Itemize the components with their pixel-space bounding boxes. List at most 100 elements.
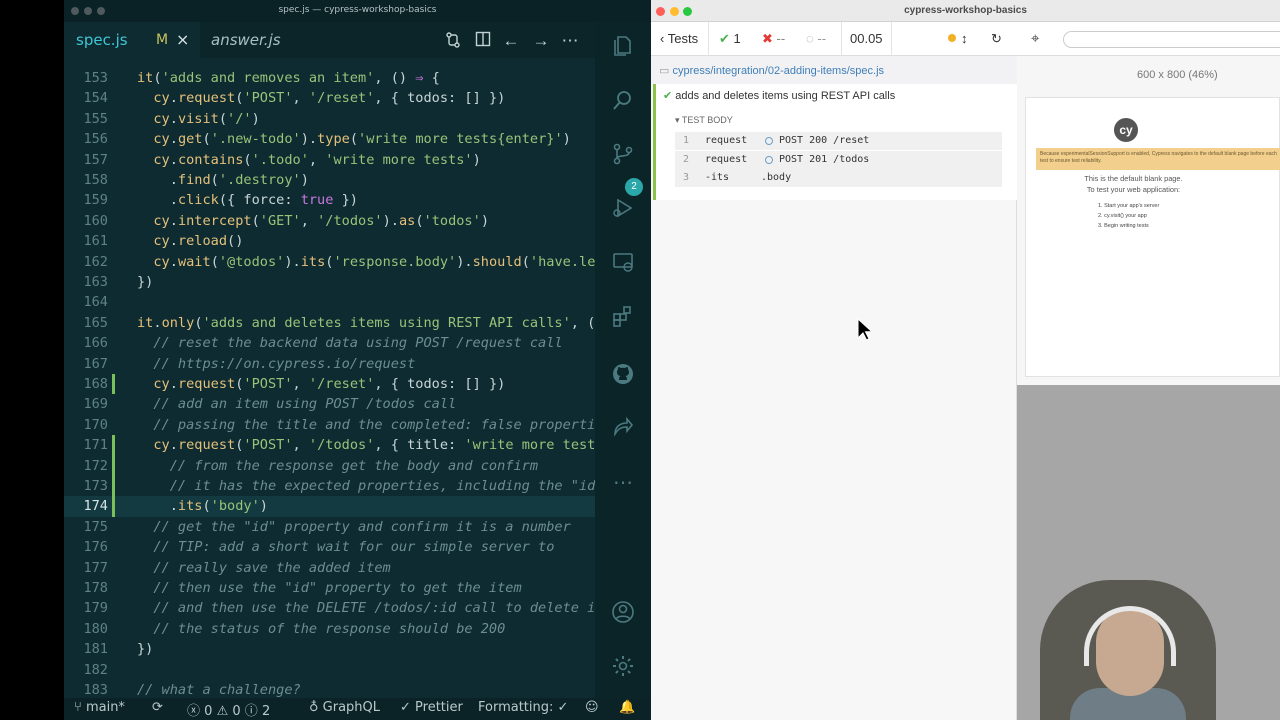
line-number: 182 [83, 661, 108, 678]
accounts-icon[interactable] [610, 600, 636, 626]
search-icon[interactable] [610, 88, 636, 114]
code-line[interactable]: 175 // get the "id" property and confirm… [64, 517, 595, 537]
line-number: 166 [83, 335, 108, 352]
code-token: only [161, 314, 195, 331]
more-actions-icon[interactable]: ⋯ [560, 31, 580, 51]
command-row[interactable]: 3 -its .body [675, 169, 1002, 187]
code-line[interactable]: 167 // https://on.cypress.io/request [64, 354, 595, 374]
code-line[interactable]: 155 cy.visit('/') [64, 109, 595, 129]
tab-answer-js[interactable]: answer.js [200, 22, 330, 58]
code-line[interactable]: 166 // reset the backend data using POST… [64, 333, 595, 353]
code-line[interactable]: 154 cy.request('POST', '/reset', { todos… [64, 88, 595, 108]
code-token: . [169, 212, 178, 229]
line-number: 178 [83, 580, 108, 596]
code-line[interactable]: 162 cy.wait('@todos').its('response.body… [64, 252, 595, 272]
git-change-marker[interactable] [112, 476, 115, 497]
code-token: 'body' [210, 498, 260, 515]
live-share-icon[interactable] [610, 414, 636, 440]
tests-back-button[interactable]: ‹ Tests [660, 31, 698, 46]
command-row[interactable]: 2 request POST 201 /todos [675, 150, 1002, 169]
source-control-icon[interactable] [610, 142, 636, 168]
code-line[interactable]: 180 // the status of the response should… [64, 619, 595, 639]
formatting-status[interactable]: Formatting: ✓ [478, 700, 568, 715]
error-icon: ⓧ [187, 704, 201, 719]
auto-scroll-icon[interactable]: ↕ [961, 31, 968, 46]
git-change-marker[interactable] [112, 374, 115, 395]
git-change-marker[interactable] [112, 435, 115, 456]
code-line[interactable]: 179 // and then use the DELETE /todos/:i… [64, 598, 595, 618]
code-line[interactable]: 178 // then use the "id" property to get… [64, 578, 595, 598]
code-line[interactable]: 163}) [64, 272, 595, 292]
code-line[interactable]: 159 .click({ force: true }) [64, 190, 595, 210]
code-line[interactable]: 161 cy.reload() [64, 231, 595, 251]
more-views-icon[interactable]: ⋯ [610, 470, 636, 496]
git-branch-status[interactable]: ⑂ main* [74, 700, 125, 715]
code-line[interactable]: 173 // it has the expected properties, i… [64, 476, 595, 497]
code-line[interactable]: 168 cy.request('POST', '/reset', { todos… [64, 374, 595, 395]
problems-status[interactable]: ⓧ 0 ⚠ 0 ⓘ 2 [187, 700, 270, 719]
notifications-bell-icon[interactable]: 🔔 [619, 700, 635, 715]
settings-gear-icon[interactable] [610, 654, 636, 680]
sync-icon[interactable]: ⟳ [152, 700, 163, 715]
code-line[interactable]: 160 cy.intercept('GET', '/todos').as('to… [64, 211, 595, 231]
explorer-icon[interactable] [610, 34, 636, 60]
code-token: , [300, 212, 318, 229]
line-number: 180 [83, 620, 108, 637]
tab-spec-js[interactable]: spec.js M × [64, 22, 200, 58]
test-item[interactable]: ✔ adds and deletes items using REST API … [653, 84, 1017, 200]
request-status-icon [765, 137, 773, 145]
test-body-section[interactable]: ▾ TEST BODY [675, 115, 733, 126]
spec-path-label: cypress/integration/02-adding-items/spec… [672, 65, 885, 77]
code-line[interactable]: 176 // TIP: add a short wait for our sim… [64, 537, 595, 557]
code-text: .find('.destroy') [137, 170, 309, 190]
code-line[interactable]: 171 cy.request('POST', '/todos', { title… [64, 435, 595, 456]
close-tab-icon[interactable]: × [176, 30, 189, 49]
cypress-window-title: cypress-workshop-basics [904, 5, 1027, 16]
github-icon[interactable] [610, 362, 636, 388]
run-debug-icon[interactable] [610, 196, 636, 222]
code-line[interactable]: 182 [64, 660, 595, 680]
request-status-icon [765, 155, 773, 164]
code-editor[interactable]: 153 it('adds and removes an item', () ⇒ {… [64, 58, 595, 698]
prettier-status[interactable]: ✓ Prettier [400, 700, 463, 715]
code-line[interactable]: 164 [64, 292, 595, 312]
graphql-status[interactable]: ♁ GraphQL [309, 700, 380, 715]
code-line[interactable]: 172 // from the response get the body an… [64, 455, 595, 476]
url-bar[interactable] [1063, 31, 1280, 48]
selector-playground-icon[interactable]: ⌖ [1031, 30, 1039, 47]
code-line[interactable]: 169 // add an item using POST /todos cal… [64, 394, 595, 414]
failed-count: -- [776, 31, 786, 46]
spec-file-path[interactable]: ▭ cypress/integration/02-adding-items/sp… [651, 56, 1017, 84]
code-line[interactable]: 170 // passing the title and the complet… [64, 415, 595, 435]
feedback-icon[interactable]: ☺ [585, 700, 599, 715]
test-body-label: TEST BODY [681, 115, 733, 125]
tab-label: spec.js [76, 31, 128, 49]
code-line[interactable]: 174 .its('body') [64, 496, 595, 517]
code-line[interactable]: 177 // really save the added item [64, 558, 595, 578]
remote-explorer-icon[interactable] [610, 250, 636, 276]
git-change-marker[interactable] [112, 496, 115, 517]
line-number: 156 [83, 131, 108, 148]
code-token: type [317, 131, 350, 148]
code-token: // then use the "id" property to get the… [153, 580, 522, 596]
session-warning-banner: Because experimentalSessionSupport is en… [1036, 148, 1280, 170]
code-token: request [177, 437, 236, 454]
arrow-right-icon[interactable]: → [531, 31, 551, 51]
code-line[interactable]: 181}) [64, 639, 595, 659]
arrow-left-icon[interactable]: ← [501, 31, 521, 51]
rerun-icon[interactable]: ↻ [991, 31, 1002, 47]
code-line[interactable]: 183 // what a challenge? [64, 680, 595, 698]
code-line[interactable]: 156 cy.get('.new-todo').type('write more… [64, 129, 595, 149]
code-token: '/reset' [308, 376, 375, 392]
line-number: 167 [83, 355, 108, 372]
git-change-marker[interactable] [112, 455, 115, 476]
code-line[interactable]: 153 it('adds and removes an item', () ⇒ { [64, 68, 595, 88]
open-changes-icon[interactable] [443, 31, 463, 51]
extensions-icon[interactable] [610, 304, 636, 330]
code-line[interactable]: 158 .find('.destroy') [64, 170, 595, 190]
split-editor-icon[interactable] [473, 31, 493, 51]
code-line[interactable]: 157 cy.contains('.todo', 'write more tes… [64, 150, 595, 170]
command-row[interactable]: 1 request POST 200 /reset [675, 132, 1002, 150]
code-line[interactable]: 165 it.only('adds and deletes items using… [64, 313, 595, 333]
